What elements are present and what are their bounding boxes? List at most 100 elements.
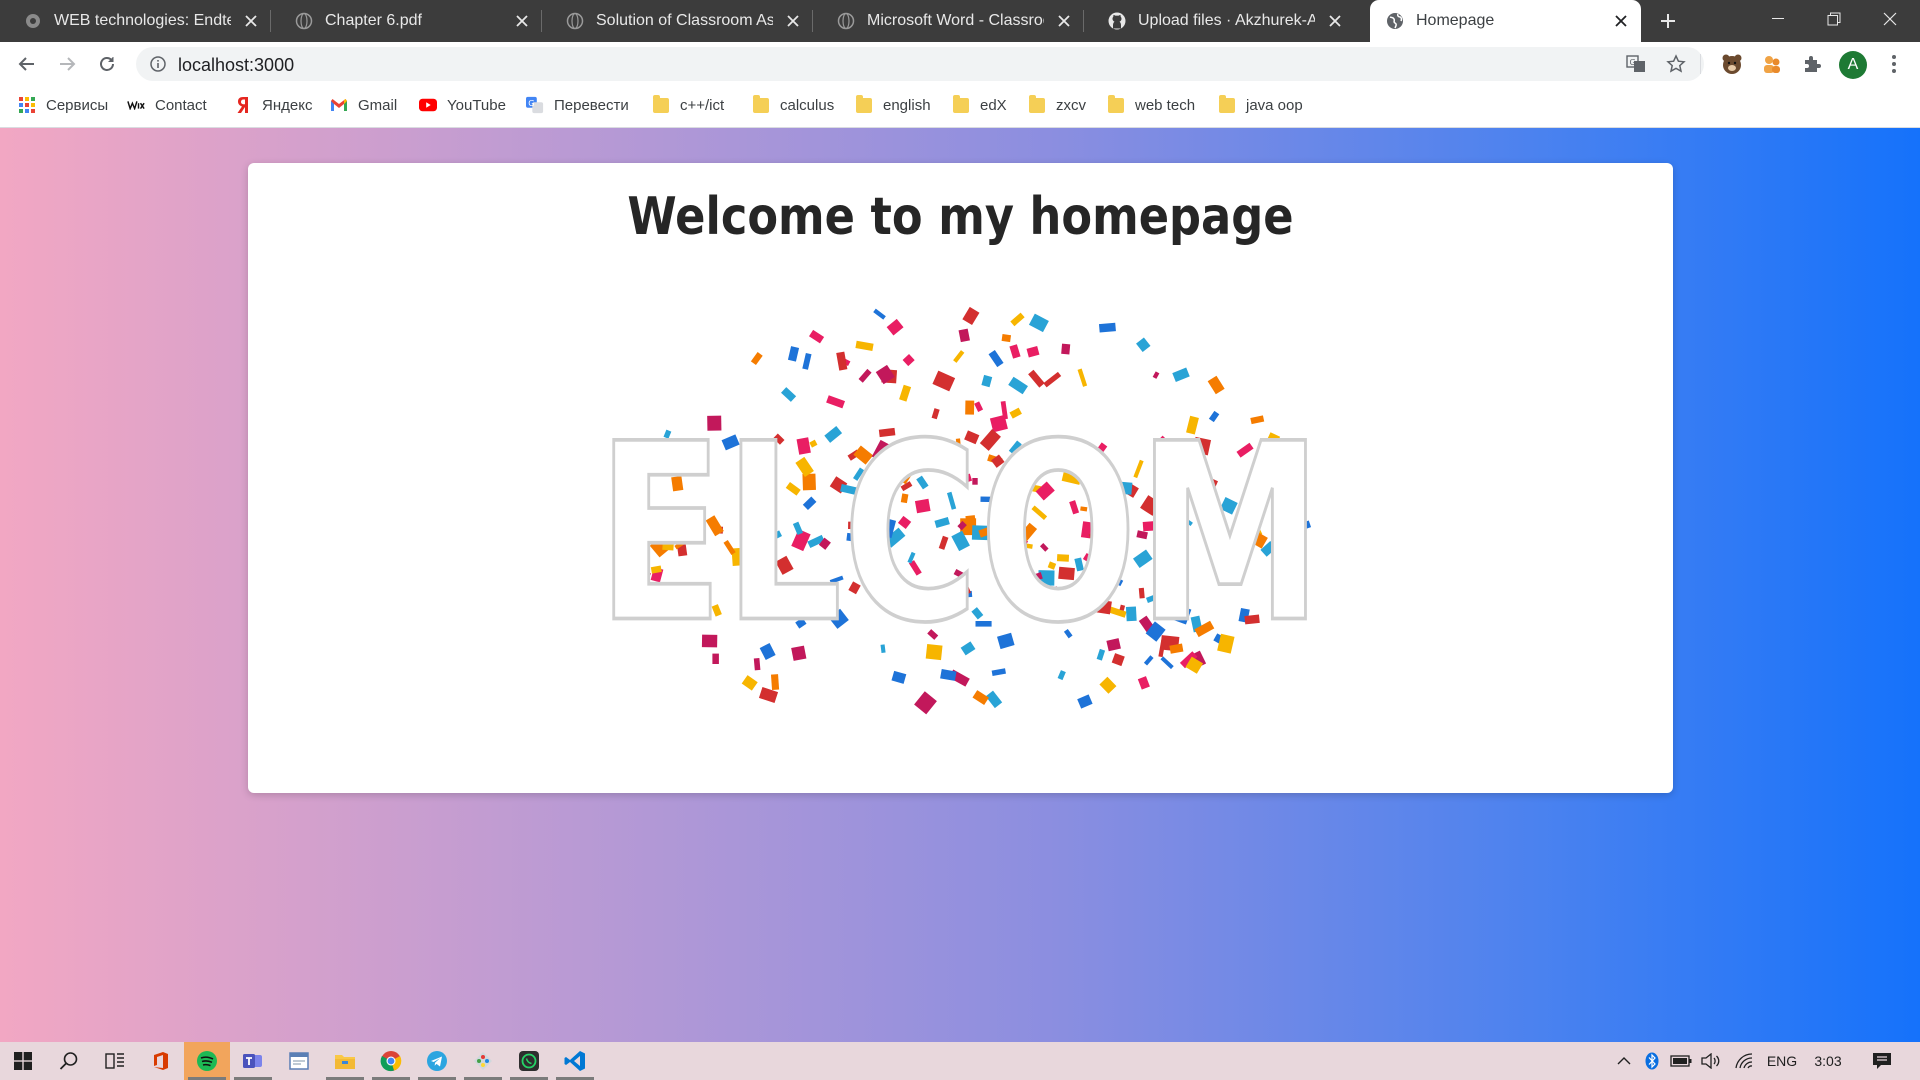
bookmark-youtube[interactable]: YouTube xyxy=(419,86,506,124)
restore-icon[interactable] xyxy=(1806,0,1862,38)
bookmark-folder-web-tech[interactable]: web tech xyxy=(1107,86,1195,124)
bookmark-label: YouTube xyxy=(447,96,506,114)
confetti-piece xyxy=(981,374,993,388)
bookmark-folder-zxcv[interactable]: zxcv xyxy=(1028,86,1086,124)
tab-web-technologies[interactable]: WEB technologies: Endterm xyxy=(0,0,271,42)
close-window-icon[interactable] xyxy=(1862,0,1918,38)
confetti-piece xyxy=(902,354,915,367)
window-app-icon[interactable] xyxy=(276,1042,322,1080)
bookmark-folder-english[interactable]: english xyxy=(855,86,931,124)
address-bar[interactable]: localhost:3000 G xyxy=(136,47,1704,81)
confetti-piece xyxy=(953,350,965,363)
teams-icon[interactable] xyxy=(230,1042,276,1080)
close-icon[interactable] xyxy=(1050,7,1078,35)
close-icon[interactable] xyxy=(779,7,807,35)
bookmark-label: Яндекс xyxy=(262,96,313,114)
language-indicator[interactable]: ENG xyxy=(1762,1042,1802,1080)
confetti-piece xyxy=(1043,371,1062,388)
search-icon[interactable] xyxy=(46,1042,92,1080)
task-view-icon[interactable] xyxy=(92,1042,138,1080)
close-icon[interactable] xyxy=(237,7,265,35)
reload-icon[interactable] xyxy=(89,46,125,82)
bookmark-services[interactable]: Сервисы xyxy=(18,86,108,124)
confetti-piece xyxy=(1172,367,1190,382)
minimize-icon[interactable] xyxy=(1750,0,1806,38)
bookmark-label: Contact xyxy=(155,96,207,114)
volume-icon[interactable] xyxy=(1698,1042,1724,1080)
puzzle-extensions-icon[interactable] xyxy=(1798,50,1826,78)
bluetooth-icon[interactable] xyxy=(1640,1042,1664,1080)
confetti-piece xyxy=(1077,368,1088,387)
bookmark-contact[interactable]: Contact xyxy=(127,86,207,124)
confetti-piece xyxy=(855,340,874,351)
bookmark-label: web tech xyxy=(1135,96,1196,114)
info-icon[interactable] xyxy=(150,56,166,77)
wifi-icon[interactable] xyxy=(1730,1042,1758,1080)
star-icon[interactable] xyxy=(1664,52,1688,76)
forward-arrow-icon[interactable] xyxy=(49,46,85,82)
github-icon xyxy=(1108,12,1126,30)
battery-icon[interactable] xyxy=(1668,1042,1694,1080)
spotify-icon[interactable] xyxy=(184,1042,230,1080)
tab-microsoft-word[interactable]: Microsoft Word - Classroom xyxy=(813,0,1084,42)
page-title: Welcome to my homepage xyxy=(627,187,1294,247)
menu-dots-icon[interactable] xyxy=(1880,50,1908,78)
tab-strip: WEB technologies: Endterm Chapter 6.pdf … xyxy=(0,0,1920,42)
windows-start-icon[interactable] xyxy=(0,1042,46,1080)
confetti-piece xyxy=(1077,694,1093,709)
back-arrow-icon[interactable] xyxy=(9,46,45,82)
tab-solution[interactable]: Solution of Classroom Assign xyxy=(542,0,813,42)
bear-extension-icon[interactable] xyxy=(1718,50,1746,78)
confetti-piece xyxy=(1009,344,1021,359)
bookmark-yandex[interactable]: Яндекс xyxy=(234,86,312,124)
confetti-piece xyxy=(988,349,1004,368)
translate-icon[interactable]: G xyxy=(1624,52,1648,76)
globe-icon xyxy=(566,12,584,30)
bookmark-label: edX xyxy=(980,96,1007,114)
bookmark-folder-edx[interactable]: edX xyxy=(952,86,1007,124)
bookmark-folder-calculus[interactable]: calculus xyxy=(752,86,834,124)
confetti-piece xyxy=(836,351,848,371)
new-tab-button[interactable] xyxy=(1650,6,1686,36)
confetti-piece xyxy=(858,368,872,383)
confetti-piece xyxy=(932,370,956,392)
whatsapp-icon[interactable] xyxy=(506,1042,552,1080)
globe-icon xyxy=(295,12,313,30)
office-icon[interactable] xyxy=(138,1042,184,1080)
folder-icon xyxy=(752,94,770,114)
bookmark-label: zxcv xyxy=(1056,96,1086,114)
confetti-piece xyxy=(1028,369,1045,388)
profile-avatar[interactable]: A xyxy=(1839,51,1867,79)
globe-icon xyxy=(837,12,855,30)
file-explorer-icon[interactable] xyxy=(322,1042,368,1080)
tab-title: Homepage xyxy=(1416,12,1495,29)
apps-grid-icon xyxy=(18,96,36,114)
clock-time[interactable]: 3:03 xyxy=(1810,1042,1846,1080)
chevron-up-icon[interactable] xyxy=(1612,1042,1636,1080)
tab-chapter-6[interactable]: Chapter 6.pdf xyxy=(271,0,542,42)
bookmark-label: Сервисы xyxy=(46,96,109,114)
tab-title: Chapter 6.pdf xyxy=(325,12,422,29)
people-extension-icon[interactable] xyxy=(1758,50,1786,78)
tab-homepage[interactable]: Homepage xyxy=(1370,0,1641,42)
confetti-piece xyxy=(1010,312,1025,327)
url-text[interactable]: localhost:3000 xyxy=(178,55,294,76)
close-icon[interactable] xyxy=(1607,7,1635,35)
paint-icon[interactable] xyxy=(460,1042,506,1080)
windows-taskbar: ENG 3:03 xyxy=(0,1042,1920,1080)
tab-upload-files[interactable]: Upload files · Akzhurek-A/En xyxy=(1084,0,1355,42)
notifications-icon[interactable] xyxy=(1864,1042,1900,1080)
close-icon[interactable] xyxy=(508,7,536,35)
telegram-icon[interactable] xyxy=(414,1042,460,1080)
bookmark-folder-java-oop[interactable]: java oop xyxy=(1218,86,1303,124)
close-icon[interactable] xyxy=(1321,7,1349,35)
vscode-icon[interactable] xyxy=(552,1042,598,1080)
translate-icon: G xyxy=(526,96,544,114)
folder-icon xyxy=(952,94,970,114)
bookmark-translate[interactable]: G Перевести xyxy=(526,86,629,124)
confetti-piece xyxy=(1026,346,1040,358)
content-card: Welcome to my homepage WELCOME! xyxy=(248,163,1673,793)
bookmark-gmail[interactable]: Gmail xyxy=(330,86,397,124)
chrome-icon[interactable] xyxy=(368,1042,414,1080)
bookmark-folder-cpp-ict[interactable]: c++/ict xyxy=(652,86,724,124)
